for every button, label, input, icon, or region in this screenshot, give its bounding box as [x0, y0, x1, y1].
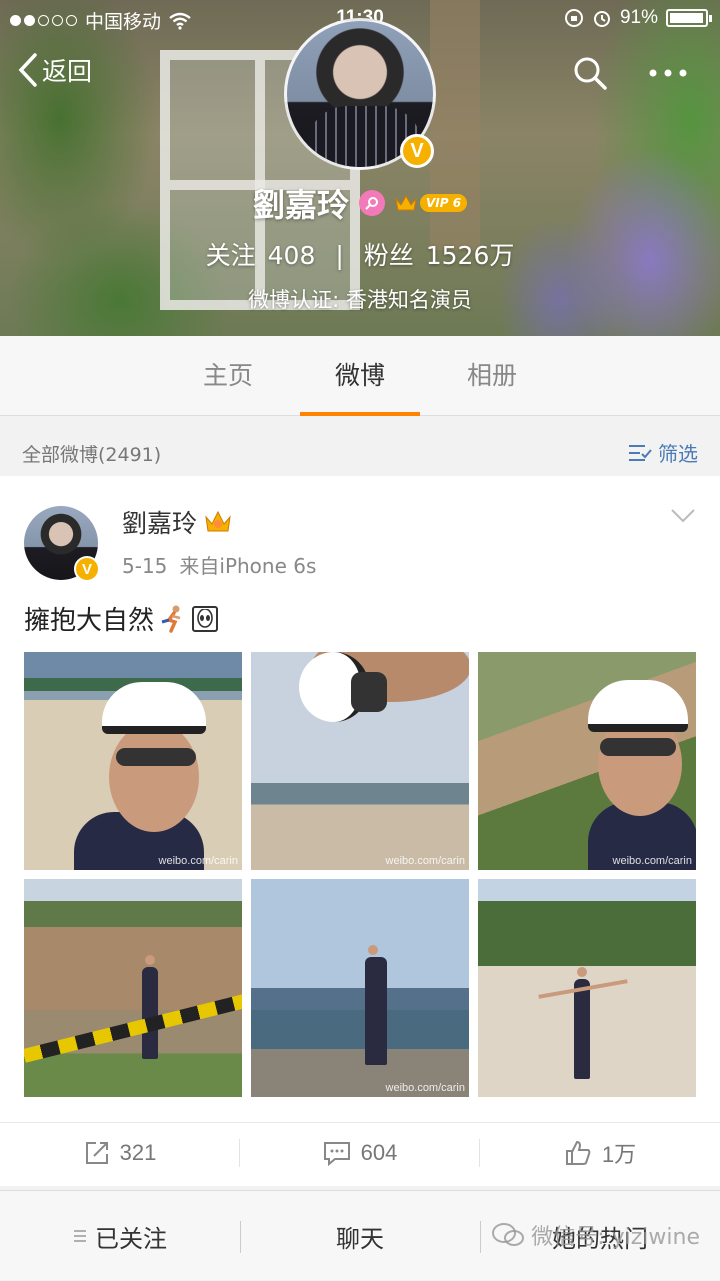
post-menu-button[interactable] [670, 508, 696, 528]
tab-weibo[interactable]: 微博 [300, 336, 420, 416]
more-icon [649, 69, 687, 77]
following-count[interactable]: 408 [268, 241, 316, 270]
watermark-text: 微信号: yiziwine [531, 1225, 700, 1250]
photo-watermark: weibo.com/carin [385, 855, 465, 867]
followers-label[interactable]: 粉丝 [364, 241, 414, 270]
post-text-row: 擁抱大自然 [24, 600, 219, 637]
alien-emoji-icon [192, 605, 219, 632]
following-button-label: 已关注 [95, 1224, 167, 1253]
search-icon [574, 57, 607, 90]
rotation-lock-icon [564, 9, 583, 27]
alarm-icon [593, 11, 610, 27]
following-label[interactable]: 关注 [206, 241, 256, 270]
stats-separator: | [335, 241, 344, 270]
photo-watermark: weibo.com/carin [612, 855, 692, 867]
post-author[interactable]: 劉嘉玲 [122, 504, 197, 540]
profile-name-row: 劉嘉玲 VIP 6 [0, 180, 720, 226]
post-actions: 321 604 1万 [0, 1122, 720, 1182]
filter-label: 筛选 [658, 442, 698, 466]
battery-icon [666, 9, 712, 27]
photo-3[interactable]: weibo.com/carin [478, 652, 696, 870]
followers-count[interactable]: 1526万 [426, 241, 515, 270]
photo-2[interactable]: weibo.com/carin [251, 652, 469, 870]
runner-emoji-icon [161, 605, 181, 633]
vip-crown-icon [205, 510, 231, 532]
profile-name: 劉嘉玲 [252, 186, 349, 224]
photo-4[interactable] [24, 879, 242, 1097]
thumbs-up-icon [565, 1140, 591, 1165]
back-button[interactable]: 返回 [18, 52, 92, 88]
repost-count: 321 [119, 1140, 157, 1165]
post-count: 全部微博(2491) [22, 444, 162, 466]
female-icon [358, 190, 385, 216]
wechat-watermark: 微信号: yiziwine [491, 1219, 700, 1251]
back-label: 返回 [42, 57, 93, 86]
battery-percent: 91% [619, 7, 658, 28]
more-button[interactable] [646, 58, 690, 92]
menu-icon [74, 1230, 86, 1242]
filter-icon [629, 444, 652, 461]
tab-home[interactable]: 主页 [168, 336, 288, 416]
following-button[interactable]: 已关注 [0, 1191, 240, 1281]
photo-1[interactable]: weibo.com/carin [24, 652, 242, 870]
filter-button[interactable]: 筛选 [628, 438, 698, 467]
wechat-icon [492, 1223, 525, 1246]
post-source: 来自iPhone 6s [179, 554, 317, 578]
comment-icon [323, 1142, 350, 1166]
photo-watermark: weibo.com/carin [385, 1082, 465, 1094]
photo-watermark: weibo.com/carin [158, 855, 238, 867]
verified-icon: V [74, 556, 100, 582]
chevron-left-icon [18, 53, 37, 87]
chat-button[interactable]: 聊天 [240, 1191, 480, 1281]
chevron-down-icon [671, 509, 695, 523]
post-date: 5-15 [122, 554, 168, 578]
like-button[interactable]: 1万 [480, 1123, 720, 1183]
vip-badge[interactable]: VIP 6 [395, 194, 468, 212]
chat-label: 聊天 [336, 1224, 384, 1253]
follow-stats: 关注 408 | 粉丝 1526万 [0, 236, 720, 272]
crown-icon [395, 194, 417, 211]
profile-tabs: 主页 微博 相册 [0, 336, 720, 416]
post-meta: 5-15 来自iPhone 6s [122, 550, 316, 579]
bottom-bar: 已关注 聊天 她的热门 微信号: yiziwine [0, 1190, 720, 1280]
like-count: 1万 [601, 1142, 637, 1167]
verification-text: 微博认证: 香港知名演员 [248, 288, 472, 312]
vip-label: VIP 6 [419, 194, 468, 212]
repost-icon [85, 1142, 108, 1164]
post-card: V 劉嘉玲 5-15 来自iPhone 6s 擁抱大自然 weibo.com/c… [0, 476, 720, 1186]
comment-button[interactable]: 604 [240, 1123, 480, 1183]
repost-button[interactable]: 321 [0, 1123, 240, 1183]
verified-icon: V [400, 134, 434, 168]
photo-6[interactable] [478, 879, 696, 1097]
photo-grid: weibo.com/carin weibo.com/carin weibo.co… [24, 652, 696, 1098]
tab-album[interactable]: 相册 [432, 336, 552, 416]
comment-count: 604 [360, 1140, 398, 1165]
filter-bar: 全部微博(2491) 筛选 [0, 430, 720, 474]
post-text: 擁抱大自然 [24, 606, 155, 636]
photo-5[interactable]: weibo.com/carin [251, 879, 469, 1097]
search-button[interactable] [572, 55, 608, 95]
